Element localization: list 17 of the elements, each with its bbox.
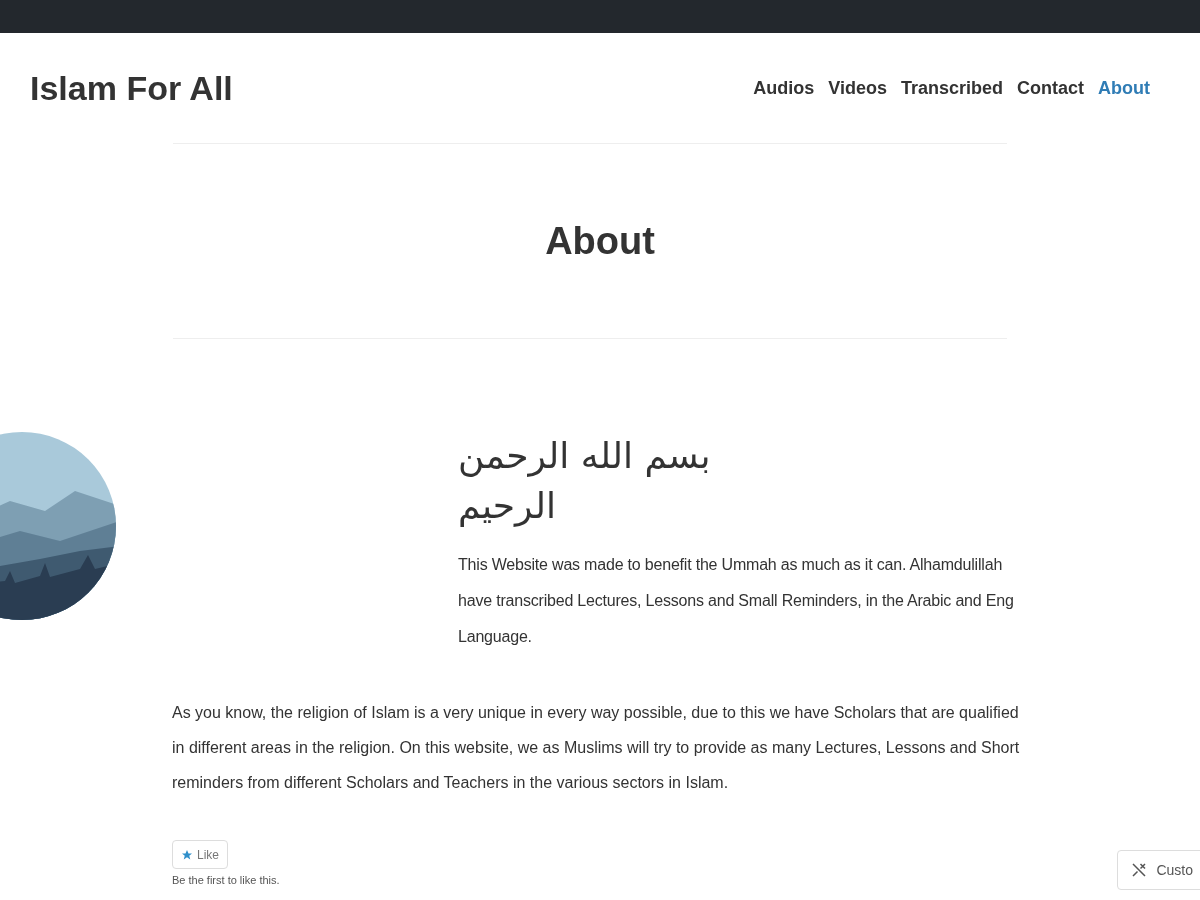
- body-paragraph: As you know, the religion of Islam is a very unique in every way possible, due to this we have Scholars that are qualified in different areas in the religion. On this website, we as Muslims will try to provide as many Lectures, Lessons and Short reminders from different Scholars and Teachers in the various sectors in Islam.: [172, 703, 1021, 793]
- intro-text: Language.: [458, 627, 533, 647]
- nav-link[interactable]: Audios: [753, 74, 815, 102]
- nav-link[interactable]: Videos: [828, 74, 887, 102]
- like-note: Be the first to like this.: [172, 873, 280, 888]
- site-title[interactable]: Islam For All: [30, 62, 233, 114]
- page-title: About: [545, 219, 655, 264]
- customize-button[interactable]: Custo: [1117, 850, 1200, 890]
- like-button[interactable]: Like: [172, 840, 228, 869]
- arabic-heading: بسم الله الرحمن الرحيم: [458, 434, 712, 529]
- tools-icon: [1130, 861, 1149, 879]
- intro-text: This Website was made to benefit the Ummah as much as it can. Alhamdulillah: [458, 555, 1004, 575]
- nav-link[interactable]: About: [1098, 74, 1150, 102]
- star-icon: [181, 848, 193, 861]
- nav-link[interactable]: Contact: [1017, 74, 1084, 102]
- intro-text: have transcribed Lectures, Lessons and Small Reminders, in the Arabic and Eng: [458, 591, 1014, 611]
- nav-link[interactable]: Transcribed: [900, 74, 1003, 102]
